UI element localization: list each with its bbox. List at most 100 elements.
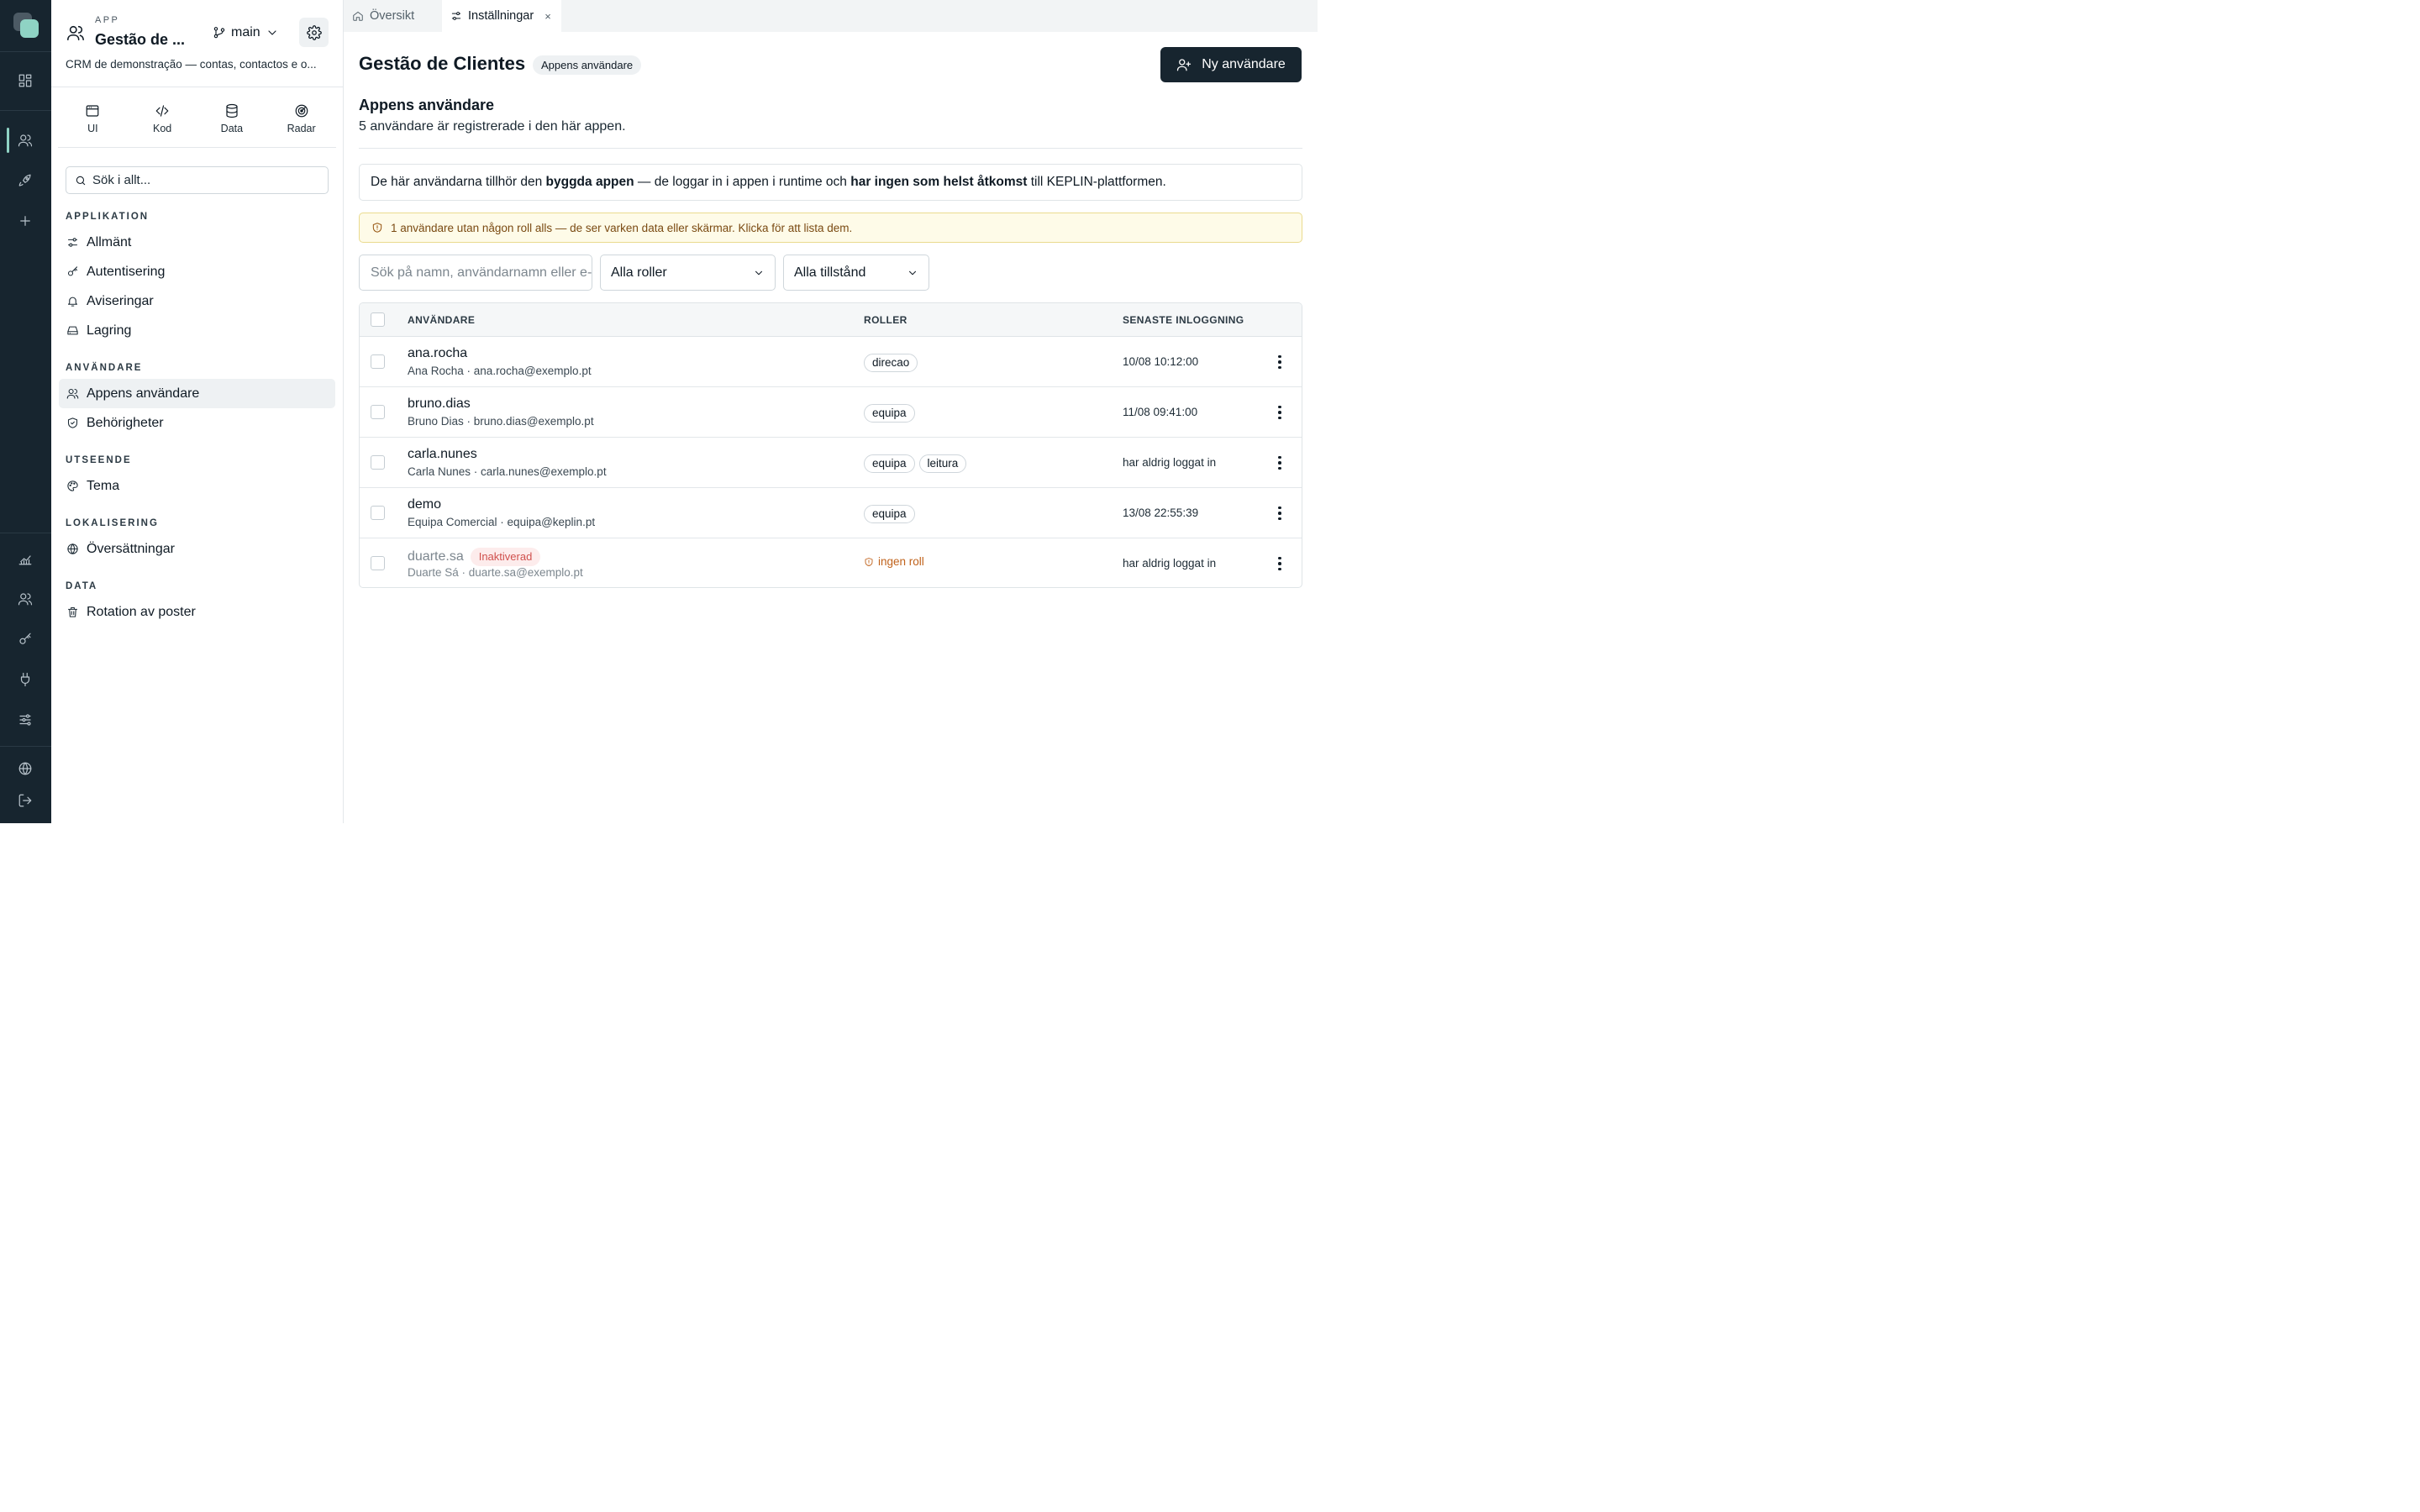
role-chip: equipa xyxy=(864,454,915,473)
mode-ui[interactable]: UI xyxy=(58,87,128,147)
mode-data[interactable]: Data xyxy=(197,87,267,147)
plus-icon[interactable] xyxy=(15,211,35,231)
info-text: De här användarna tillhör den xyxy=(371,175,546,189)
last-login: 10/08 10:12:00 xyxy=(1123,355,1199,368)
nav-item-appens-anvandare[interactable]: Appens användare xyxy=(59,379,335,408)
tab-bar: Översikt Inställningar × xyxy=(344,0,1318,32)
last-login: 13/08 22:55:39 xyxy=(1123,507,1199,519)
no-role-label: ingen roll xyxy=(878,555,924,568)
nav-item-autentisering[interactable]: Autentisering xyxy=(59,257,335,286)
mode-label: Radar xyxy=(287,123,316,134)
row-menu-icon[interactable] xyxy=(1272,404,1287,421)
chevron-down-icon xyxy=(908,270,917,275)
user-meta: Carla Nunes · carla.nunes@exemplo.pt xyxy=(408,465,607,478)
nav-item-label: Autentisering xyxy=(87,264,166,279)
nav-section-title: DATA xyxy=(66,581,98,591)
roles-filter-value: Alla roller xyxy=(611,265,667,280)
shield-alert-icon xyxy=(372,223,382,233)
dashboard-icon[interactable] xyxy=(15,71,35,91)
key-icon[interactable] xyxy=(15,629,35,649)
mode-label: UI xyxy=(87,123,98,134)
role-list: equipa xyxy=(864,505,915,523)
nav-section-title: UTSEENDE xyxy=(66,455,132,465)
table-row[interactable]: carla.nunes Carla Nunes · carla.nunes@ex… xyxy=(360,438,1302,488)
nav-item-label: Lagring xyxy=(87,323,132,338)
mode-radar[interactable]: Radar xyxy=(266,87,336,147)
table-row[interactable]: duarte.sa Inaktiverad Duarte Sá · duarte… xyxy=(360,538,1302,587)
tab-label: Inställningar xyxy=(468,9,534,23)
table-row[interactable]: bruno.dias Bruno Dias · bruno.dias@exemp… xyxy=(360,387,1302,438)
users-icon xyxy=(66,388,79,399)
settings-sliders-icon[interactable] xyxy=(15,710,35,730)
rocket-icon[interactable] xyxy=(15,171,35,191)
nav-item-behorigheter[interactable]: Behörigheter xyxy=(59,408,335,438)
table-row[interactable]: demo Equipa Comercial · equipa@keplin.pt… xyxy=(360,488,1302,538)
logout-icon[interactable] xyxy=(15,790,35,811)
tab-oversikt[interactable]: Översikt xyxy=(344,0,442,32)
user-search-input[interactable] xyxy=(359,255,592,291)
new-user-label: Ny användare xyxy=(1202,57,1286,71)
section-title: Appens användare xyxy=(359,97,495,113)
nav-item-rotation-av-poster[interactable]: Rotation av poster xyxy=(59,597,335,627)
globe-icon xyxy=(67,543,78,554)
radar-icon xyxy=(295,104,308,118)
username: carla.nunes xyxy=(408,447,477,461)
no-role-indicator: ingen roll xyxy=(864,555,924,568)
table-row[interactable]: ana.rocha Ana Rocha · ana.rocha@exemplo.… xyxy=(360,337,1302,387)
nav-item-aviseringar[interactable]: Aviseringar xyxy=(59,286,335,316)
mode-code[interactable]: Kod xyxy=(128,87,197,147)
row-menu-icon[interactable] xyxy=(1272,555,1287,572)
new-user-button[interactable]: Ny användare xyxy=(1160,47,1302,82)
branch-selector[interactable]: main xyxy=(213,24,279,42)
brand-logo-icon[interactable] xyxy=(13,13,39,38)
chevron-down-icon xyxy=(268,30,276,35)
row-checkbox[interactable] xyxy=(371,556,385,570)
role-chip: equipa xyxy=(864,404,915,423)
row-checkbox[interactable] xyxy=(371,506,385,520)
info-bold-text: byggda appen xyxy=(545,175,634,189)
tab-installningar[interactable]: Inställningar × xyxy=(442,0,561,32)
nav-item-label: Tema xyxy=(87,478,120,493)
global-search[interactable] xyxy=(66,166,329,194)
app-name: Gestão de ... xyxy=(95,31,186,48)
team-icon[interactable] xyxy=(15,589,35,609)
warning-text: 1 användare utan någon roll alls — de se… xyxy=(391,221,853,234)
nav-item-allmant[interactable]: Allmänt xyxy=(59,228,335,257)
analytics-icon[interactable] xyxy=(15,549,35,569)
page-badge: Appens användare xyxy=(533,55,642,75)
no-role-warning[interactable]: 1 användare utan någon roll alls — de se… xyxy=(359,213,1302,243)
rail-divider xyxy=(0,746,51,747)
row-checkbox[interactable] xyxy=(371,455,385,470)
close-tab-icon[interactable]: × xyxy=(544,10,551,23)
users-icon[interactable] xyxy=(15,130,35,150)
row-checkbox[interactable] xyxy=(371,405,385,419)
user-meta: Bruno Dias · bruno.dias@exemplo.pt xyxy=(408,415,594,428)
app-description: CRM de demonstração — contas, contactos … xyxy=(66,58,317,71)
state-filter-select[interactable]: Alla tillstånd xyxy=(783,255,929,291)
branch-label: main xyxy=(231,25,260,39)
globe-icon[interactable] xyxy=(15,759,35,779)
nav-item-tema[interactable]: Tema xyxy=(59,471,335,501)
username: demo xyxy=(408,497,442,512)
nav-item-oversattningar[interactable]: Översättningar xyxy=(59,534,335,564)
app-settings-button[interactable] xyxy=(299,18,329,47)
select-all-checkbox[interactable] xyxy=(371,312,385,327)
row-menu-icon[interactable] xyxy=(1272,505,1287,522)
plug-icon[interactable] xyxy=(15,669,35,690)
icon-rail xyxy=(0,0,51,823)
table-header: ANVÄNDARE ROLLER SENASTE INLOGGNING xyxy=(360,303,1302,337)
global-search-input[interactable] xyxy=(92,173,319,187)
row-checkbox[interactable] xyxy=(371,354,385,369)
nav-item-label: Rotation av poster xyxy=(87,604,196,619)
sliders-icon xyxy=(67,238,78,247)
app-kicker: APP xyxy=(95,15,120,25)
git-branch-icon xyxy=(213,27,225,39)
key-icon xyxy=(67,266,78,276)
row-menu-icon[interactable] xyxy=(1272,454,1287,471)
role-list: direcao xyxy=(864,354,918,372)
nav-item-label: Översättningar xyxy=(87,541,175,556)
nav-item-lagring[interactable]: Lagring xyxy=(59,316,335,345)
nav-item-label: Aviseringar xyxy=(87,293,154,308)
row-menu-icon[interactable] xyxy=(1272,354,1287,370)
roles-filter-select[interactable]: Alla roller xyxy=(600,255,776,291)
